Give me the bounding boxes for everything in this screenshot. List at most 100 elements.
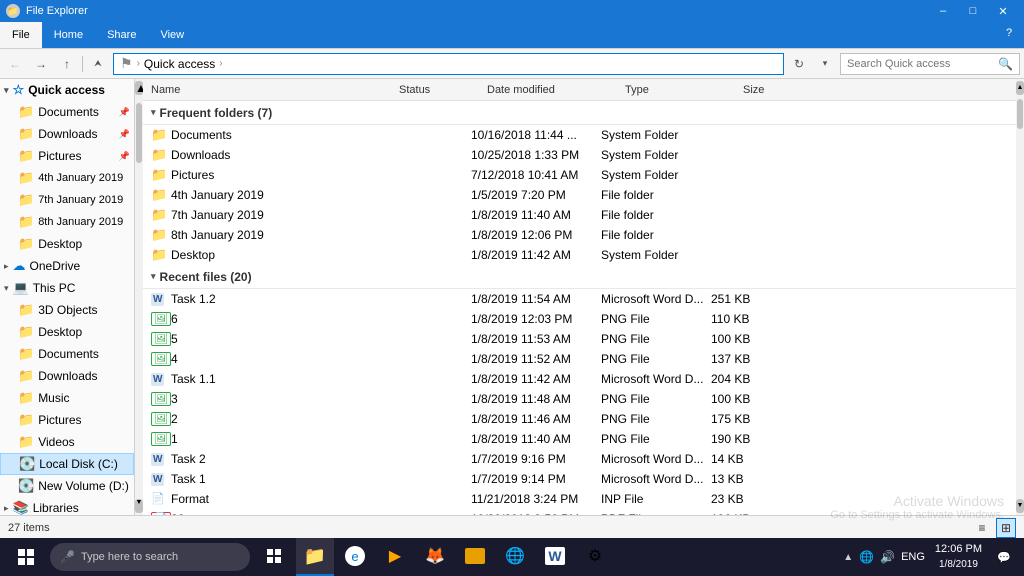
column-size[interactable]: Size [743,84,813,96]
sidebar-scroll-up[interactable]: ▲ [135,81,143,95]
sidebar-item-local-disk-c[interactable]: 💽 Local Disk (C:) [0,453,134,475]
taskbar-app-vlc[interactable]: ▶ [376,538,414,576]
content-scroll-up[interactable]: ▲ [1016,81,1024,95]
minimize-button[interactable]: – [928,0,958,22]
sidebar-item-downloads[interactable]: 📁 Downloads 📌 [0,123,134,145]
taskbar-search-input[interactable] [81,551,240,563]
edge-icon: e [345,546,365,566]
maximize-button[interactable]: □ [958,0,988,22]
ribbon-help-button[interactable]: ? [994,22,1024,44]
sidebar-item-pictures[interactable]: 📁 Pictures 📌 [0,145,134,167]
taskbar-app-word[interactable]: W [536,538,574,576]
frequent-folders-header[interactable]: ▾ Frequent folders (7) [143,101,1016,125]
recent-files-header[interactable]: ▾ Recent files (20) [143,265,1016,289]
start-button[interactable] [4,538,48,576]
taskbar-app-folder[interactable] [456,538,494,576]
table-row[interactable]: W Task 1 1/7/2019 9:14 PM Microsoft Word… [143,469,1016,489]
sidebar-item-desktop[interactable]: 📁 Desktop [0,233,134,255]
taskbar-search-box[interactable]: 🎤 [50,543,250,571]
table-row[interactable]: W Task 1.1 1/8/2019 11:42 AM Microsoft W… [143,369,1016,389]
up-button[interactable]: ↑ [56,53,78,75]
table-row[interactable]: W Task 2 1/7/2019 9:16 PM Microsoft Word… [143,449,1016,469]
table-row[interactable]: 📁 8th January 2019 1/8/2019 12:06 PM Fil… [143,225,1016,245]
clock[interactable]: 12:06 PM 1/8/2019 [929,542,988,571]
sidebar-item-music[interactable]: 📁 Music [0,387,134,409]
table-row[interactable]: 📄 Format 11/21/2018 3:24 PM INP File 23 … [143,489,1016,509]
sidebar-item-downloads2[interactable]: 📁 Downloads [0,365,134,387]
title-bar-icons: 📁 [6,4,20,18]
chevron-down-icon2: ▾ [4,283,9,294]
column-name[interactable]: Name [151,84,391,96]
table-row[interactable]: 🖼 4 1/8/2019 11:52 AM PNG File 137 KB [143,349,1016,369]
tab-share[interactable]: Share [95,22,148,48]
sidebar-scrollbar[interactable]: ▲ ▼ [135,79,143,515]
sidebar-item-libraries[interactable]: ▸ 📚 Libraries [0,497,134,515]
close-button[interactable]: ✕ [988,0,1018,22]
taskbar-app-edge[interactable]: e [336,538,374,576]
sidebar-item-new-volume-d[interactable]: 💽 New Volume (D:) [0,475,134,497]
sidebar-item-documents[interactable]: 📁 Documents 📌 [0,101,134,123]
file-type: System Folder [601,148,711,162]
column-date-modified[interactable]: Date modified [487,84,617,96]
view-large-icons-button[interactable]: ⊞ [996,518,1016,538]
taskbar-app-chrome[interactable]: 🌐 [496,538,534,576]
table-row[interactable]: 📁 Pictures 7/12/2018 10:41 AM System Fol… [143,165,1016,185]
view-details-button[interactable]: ≡ [972,518,992,538]
content-scroll-down[interactable]: ▼ [1016,499,1024,513]
recent-locations-button[interactable]: ⮝ [87,53,109,75]
file-modified: 10/16/2018 11:44 ... [471,128,601,142]
table-row[interactable]: 🖼 3 1/8/2019 11:48 AM PNG File 100 KB [143,389,1016,409]
sidebar-item-videos[interactable]: 📁 Videos [0,431,134,453]
sidebar-item-desktop2[interactable]: 📁 Desktop [0,321,134,343]
table-row[interactable]: 🖼 5 1/8/2019 11:53 AM PNG File 100 KB [143,329,1016,349]
table-row[interactable]: 📄 26nov 10/30/2018 9:56 PM PDF File 196 … [143,509,1016,515]
table-row[interactable]: 📁 Downloads 10/25/2018 1:33 PM System Fo… [143,145,1016,165]
column-status[interactable]: Status [399,84,479,96]
file-modified: 11/21/2018 3:24 PM [471,492,601,506]
column-type[interactable]: Type [625,84,735,96]
tab-file[interactable]: File [0,22,42,48]
taskbar-app-task-view[interactable] [256,538,294,576]
up-arrow-icon[interactable]: ▲ [843,552,853,563]
notification-button[interactable]: 💬 [992,538,1016,576]
sidebar-item-4th-jan[interactable]: 📁 4th January 2019 [0,167,134,189]
network-icon[interactable]: 🌐 [859,550,874,564]
table-row[interactable]: W Task 1.2 1/8/2019 11:54 AM Microsoft W… [143,289,1016,309]
taskbar-app-settings[interactable]: ⚙ [576,538,614,576]
sidebar-item-3d-objects[interactable]: 📁 3D Objects [0,299,134,321]
sidebar-scroll-down[interactable]: ▼ [135,499,143,513]
table-row[interactable]: 🖼 6 1/8/2019 12:03 PM PNG File 110 KB [143,309,1016,329]
table-row[interactable]: 🖼 1 1/8/2019 11:40 AM PNG File 190 KB [143,429,1016,449]
forward-button[interactable]: → [30,53,52,75]
refresh-button[interactable]: ↻ [788,53,810,75]
file-name: 2 [171,412,178,426]
firefox-icon: 🦊 [425,546,445,566]
search-input[interactable] [847,58,994,70]
file-size: 251 KB [711,292,781,306]
lang-label[interactable]: ENG [901,551,925,563]
sound-icon[interactable]: 🔊 [880,550,895,564]
address-path[interactable]: ⚑ › Quick access › [113,53,784,75]
table-row[interactable]: 📁 4th January 2019 1/5/2019 7:20 PM File… [143,185,1016,205]
tab-home[interactable]: Home [42,22,95,48]
table-row[interactable]: 📁 Documents 10/16/2018 11:44 ... System … [143,125,1016,145]
sidebar-item-quick-access[interactable]: ▾ ☆ Quick access [0,79,134,101]
folder2-icon [465,548,485,564]
table-row[interactable]: 🖼 2 1/8/2019 11:46 AM PNG File 175 KB [143,409,1016,429]
table-row[interactable]: 📁 7th January 2019 1/8/2019 11:40 AM Fil… [143,205,1016,225]
sidebar-item-7th-jan[interactable]: 📁 7th January 2019 [0,189,134,211]
dropdown-button[interactable]: ▾ [814,53,836,75]
sidebar-item-8th-jan[interactable]: 📁 8th January 2019 [0,211,134,233]
sidebar-item-onedrive[interactable]: ▸ ☁ OneDrive [0,255,134,277]
back-button[interactable]: ← [4,53,26,75]
content-scrollbar[interactable]: ▲ ▼ [1016,79,1024,515]
file-modified: 1/8/2019 11:40 AM [471,208,601,222]
sidebar-item-this-pc[interactable]: ▾ 💻 This PC [0,277,134,299]
search-box[interactable]: 🔍 [840,53,1020,75]
taskbar-app-firefox[interactable]: 🦊 [416,538,454,576]
table-row[interactable]: 📁 Desktop 1/8/2019 11:42 AM System Folde… [143,245,1016,265]
taskbar-app-file-explorer[interactable]: 📁 [296,538,334,576]
sidebar-item-documents2[interactable]: 📁 Documents [0,343,134,365]
sidebar-item-pictures2[interactable]: 📁 Pictures [0,409,134,431]
tab-view[interactable]: View [148,22,196,48]
